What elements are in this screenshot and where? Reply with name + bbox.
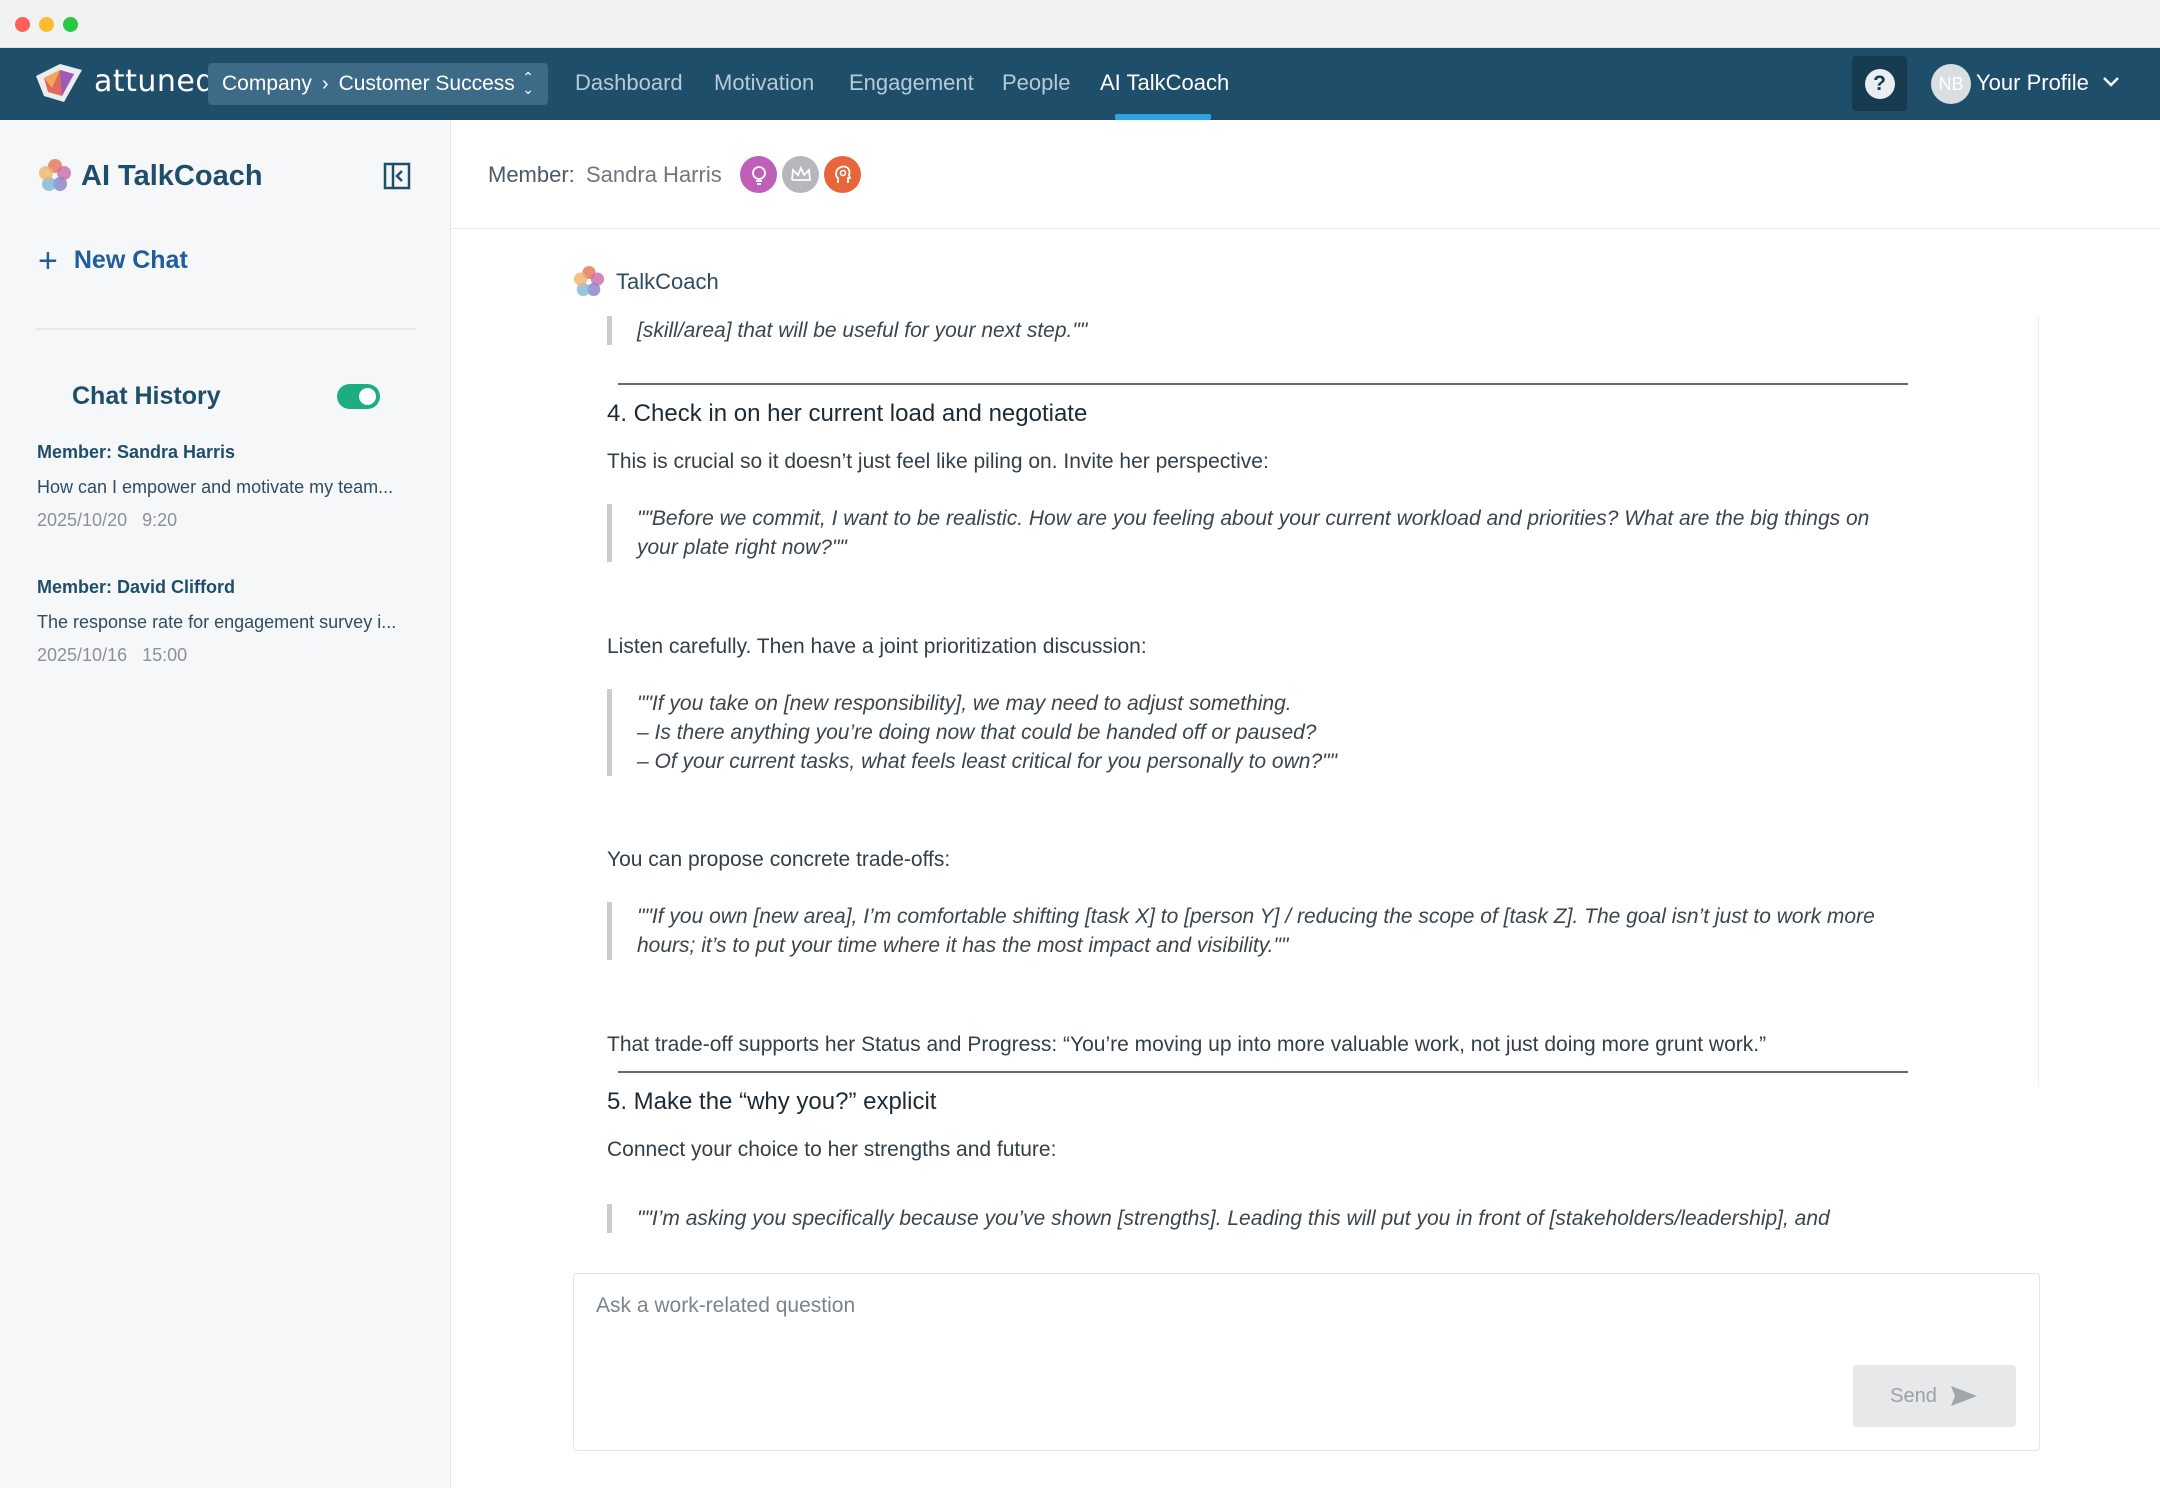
question-input[interactable]: [596, 1294, 1896, 1318]
chat-message-scroll[interactable]: [skill/area] that will be useful for you…: [573, 316, 2039, 1246]
team-label: Customer Success: [338, 72, 515, 95]
window-titlebar: [0, 0, 2160, 48]
history-date: 2025/10/16 15:00: [37, 645, 188, 665]
sidebar: AI TalkCoach + New Chat Chat History Mem…: [0, 120, 451, 1488]
sort-updown-icon: ⌃ ⌄: [522, 69, 534, 97]
window-close-button[interactable]: [15, 17, 30, 32]
message-paragraph: Connect your choice to her strengths and…: [607, 1138, 1057, 1161]
blockquote: ""I’m asking you specifically because yo…: [607, 1204, 1907, 1233]
lightbulb-icon[interactable]: [740, 156, 777, 193]
company-label: Company: [222, 72, 312, 95]
help-button[interactable]: ?: [1852, 56, 1907, 111]
message-paragraph: You can propose concrete trade-offs:: [607, 848, 951, 871]
sidebar-title: AI TalkCoach: [81, 160, 263, 192]
profile-menu-label[interactable]: Your Profile: [1976, 70, 2089, 96]
quote-line: – Of your current tasks, what feels leas…: [637, 750, 1338, 773]
section-heading: 5. Make the “why you?” explicit: [607, 1088, 937, 1115]
quote-line: – Is there anything you’re doing now tha…: [637, 721, 1317, 744]
blockquote: ""Before we commit, I want to be realist…: [607, 504, 1907, 562]
history-preview: How can I empower and motivate my team..…: [37, 477, 394, 497]
collapse-sidebar-icon[interactable]: [383, 162, 411, 190]
message-paragraph: Listen carefully. Then have a joint prio…: [607, 635, 1147, 658]
blockquote: ""If you own [new area], I’m comfortable…: [607, 902, 1907, 960]
history-date: 2025/10/20 9:20: [37, 510, 178, 530]
member-name: Sandra Harris: [586, 162, 722, 187]
blockquote: ""If you take on [new responsibility], w…: [607, 689, 1907, 776]
chevron-right-icon: ›: [321, 72, 329, 95]
nav-people[interactable]: People: [1002, 70, 1071, 96]
send-arrow-icon: [1950, 1386, 1977, 1406]
nav-ai-talkcoach[interactable]: AI TalkCoach: [1100, 70, 1229, 96]
attuned-logo-icon[interactable]: [34, 62, 84, 104]
chat-history-item[interactable]: Member: Sandra Harris How can I empower …: [37, 442, 422, 531]
message-paragraph: That trade-off supports her Status and P…: [607, 1033, 1767, 1056]
divider: [618, 383, 1908, 385]
chat-history-toggle[interactable]: [337, 384, 380, 409]
message-composer: Send: [573, 1273, 2040, 1451]
section-heading: 4. Check in on her current load and nego…: [607, 400, 1088, 427]
nav-engagement[interactable]: Engagement: [849, 70, 974, 96]
send-button[interactable]: Send: [1853, 1365, 2016, 1427]
nav-motivation[interactable]: Motivation: [714, 70, 814, 96]
talkcoach-avatar-icon: [573, 265, 605, 297]
new-chat-label: New Chat: [73, 246, 188, 274]
blockquote: [skill/area] that will be useful for you…: [607, 316, 1907, 345]
avatar[interactable]: NB: [1931, 64, 1971, 104]
brand-name[interactable]: attuned: [94, 64, 215, 99]
window-maximize-button[interactable]: [63, 17, 78, 32]
top-navigation: attuned Company › Customer Success ⌃ ⌄ Da…: [0, 48, 2160, 120]
company-team-selector[interactable]: Company › Customer Success ⌃ ⌄: [208, 63, 548, 105]
question-icon: ?: [1864, 68, 1895, 99]
message-paragraph: This is crucial so it doesn’t just feel …: [607, 450, 1269, 473]
chevron-down-icon[interactable]: [2100, 70, 2122, 92]
history-member: Member: Sandra Harris: [37, 442, 236, 462]
quote-line: ""If you take on [new responsibility], w…: [637, 692, 1292, 715]
window-minimize-button[interactable]: [39, 17, 54, 32]
member-header: Member: Sandra Harris: [452, 120, 2160, 229]
chat-history-title: Chat History: [72, 382, 221, 410]
crown-icon[interactable]: [782, 156, 819, 193]
send-label: Send: [1890, 1384, 1937, 1407]
chat-history-item[interactable]: Member: David Clifford The response rate…: [37, 577, 422, 666]
plus-icon: +: [38, 241, 58, 280]
nav-dashboard[interactable]: Dashboard: [575, 70, 683, 96]
new-chat-button[interactable]: + New Chat: [38, 241, 188, 280]
divider: [618, 1071, 1908, 1073]
history-preview: The response rate for engagement survey …: [37, 612, 397, 632]
head-gear-icon[interactable]: [824, 156, 861, 193]
sidebar-divider: [36, 328, 416, 330]
message-sender: TalkCoach: [616, 269, 719, 294]
member-label: Member:: [488, 162, 575, 187]
history-member: Member: David Clifford: [37, 577, 236, 597]
talkcoach-logo-icon: [39, 159, 71, 191]
